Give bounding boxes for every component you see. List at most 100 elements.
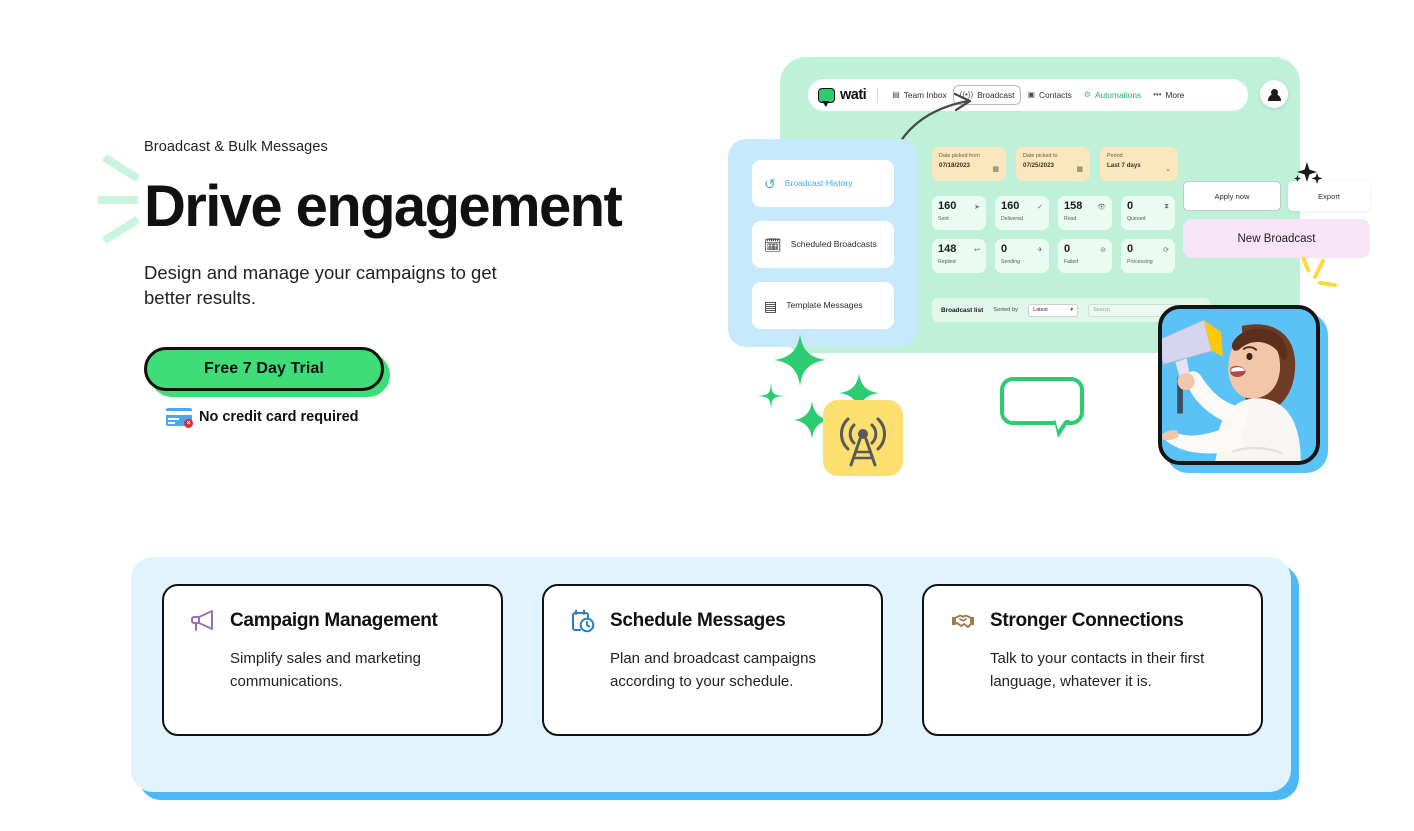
no-credit-card-note: × No credit card required xyxy=(144,407,704,428)
filter-value: 07/18/2023 xyxy=(939,162,970,170)
stat-label: Sent xyxy=(938,216,949,222)
calendar-icon: ▦ xyxy=(992,166,999,173)
brand-name: wati xyxy=(840,87,867,103)
broadcast-list-title: Broadcast list xyxy=(941,306,984,314)
stat-value: 0 xyxy=(1127,200,1134,212)
free-trial-button[interactable]: Free 7 Day Trial xyxy=(144,346,384,391)
stat-sending: 0 Sending ✈ xyxy=(995,239,1049,273)
sidebar-item-label: Scheduled Broadcasts xyxy=(790,239,877,249)
stat-sent: 160 Sent ➤ xyxy=(932,196,986,230)
read-icon: 👁 xyxy=(1097,204,1106,211)
feature-title: Schedule Messages xyxy=(610,610,786,631)
new-broadcast-button[interactable]: New Broadcast xyxy=(1183,219,1370,258)
megaphone-icon xyxy=(190,608,216,634)
message-template-icon: ▤ xyxy=(764,297,778,314)
cta-wrapper: Free 7 Day Trial xyxy=(144,346,390,397)
filter-value: Last 7 days xyxy=(1107,162,1141,170)
sorted-by-label: Sorted by xyxy=(993,307,1019,313)
broadcast-icon: ((•)) xyxy=(959,90,974,99)
date-filter-bar: Date picked from 07/18/2023 ▦ Date picke… xyxy=(932,147,1178,181)
queue-icon: ⧗ xyxy=(1164,203,1169,210)
stats-row: 148 Replied ↩ 0 Sending ✈ 0 Failed ⊘ 0 P… xyxy=(932,239,1175,273)
sidebar-item-scheduled-broadcasts[interactable]: 🗓 Scheduled Broadcasts xyxy=(752,221,894,268)
send-icon: ➤ xyxy=(974,204,980,211)
sidebar-item-template-messages[interactable]: ▤ Template Messages xyxy=(752,282,894,329)
chevron-down-icon: ⌄ xyxy=(1165,166,1171,173)
filter-label: Date picked to xyxy=(1023,153,1058,159)
automations-icon: ⚙ xyxy=(1083,90,1091,99)
chevron-down-icon: ▾ xyxy=(1070,307,1074,313)
hero-eyebrow: Broadcast & Bulk Messages xyxy=(144,139,328,155)
sort-select[interactable]: Latest ▾ xyxy=(1028,303,1079,317)
contacts-icon: ▣ xyxy=(1027,90,1036,99)
sending-icon: ✈ xyxy=(1037,247,1043,254)
nav-item-broadcast[interactable]: ((•)) Broadcast xyxy=(952,85,1022,105)
feature-card-stronger-connections: Stronger Connections Talk to your contac… xyxy=(922,584,1263,736)
date-to-picker[interactable]: Date picked to 07/25/2023 ▦ xyxy=(1016,147,1090,181)
feature-card-header: Schedule Messages xyxy=(570,608,855,634)
feature-description: Simplify sales and marketing communicati… xyxy=(230,650,421,690)
user-avatar[interactable] xyxy=(1260,80,1288,108)
credit-card-icon: × xyxy=(166,407,193,428)
calendar-clock-icon xyxy=(570,608,596,634)
more-icon: ••• xyxy=(1153,90,1162,99)
failed-icon: ⊘ xyxy=(1100,247,1106,254)
sidebar-item-label: Broadcast History xyxy=(784,178,853,188)
stats-grid: 160 Sent ➤ 160 Delivered ✓ 158 Read 👁 0 … xyxy=(932,196,1175,273)
no-credit-card-label: No credit card required xyxy=(199,408,359,425)
speech-bubble-outline-icon xyxy=(1000,377,1084,438)
sparkle-green-tiny xyxy=(757,382,785,410)
motion-lines-decoration xyxy=(1300,255,1340,290)
stat-delivered: 160 Delivered ✓ xyxy=(995,196,1049,230)
feature-cards: Campaign Management Simplify sales and m… xyxy=(162,584,1263,736)
search-placeholder: Search xyxy=(1093,307,1111,313)
stat-label: Read xyxy=(1064,216,1077,222)
nav-label: More xyxy=(1165,90,1185,100)
history-icon: ↺ xyxy=(764,175,776,192)
stat-label: Processing xyxy=(1127,259,1153,265)
filter-value: 07/25/2023 xyxy=(1023,162,1054,170)
stat-label: Queued xyxy=(1127,216,1146,222)
nav-label: Automations xyxy=(1094,90,1142,100)
page-title: Drive engagement xyxy=(144,173,623,239)
feature-card-header: Stronger Connections xyxy=(950,608,1235,634)
processing-icon: ⟳ xyxy=(1163,247,1169,254)
broadcast-tower-tile xyxy=(823,400,903,476)
nav-divider xyxy=(877,87,879,103)
feature-title: Stronger Connections xyxy=(990,610,1184,631)
nav-item-more[interactable]: ••• More xyxy=(1147,86,1190,104)
date-from-picker[interactable]: Date picked from 07/18/2023 ▦ xyxy=(932,147,1006,181)
filter-label: Date picked from xyxy=(939,153,980,159)
apply-now-button[interactable]: Apply now xyxy=(1183,181,1281,211)
period-select[interactable]: Period Last 7 days ⌄ xyxy=(1100,147,1178,181)
calendar-clock-icon: 🗓 xyxy=(764,236,782,253)
stat-label: Sending xyxy=(1001,259,1021,265)
reply-icon: ↩ xyxy=(974,247,980,254)
nav-label: Broadcast xyxy=(977,90,1015,100)
stat-queued: 0 Queued ⧗ xyxy=(1121,196,1175,230)
feature-title: Campaign Management xyxy=(230,610,438,631)
hero-section: Broadcast & Bulk Messages Drive engageme… xyxy=(144,138,704,428)
speed-lines-decoration xyxy=(98,154,146,244)
feature-card-schedule-messages: Schedule Messages Plan and broadcast cam… xyxy=(542,584,883,736)
nav-item-automations[interactable]: ⚙ Automations xyxy=(1078,86,1147,104)
nav-item-team-inbox[interactable]: ▤ Team Inbox xyxy=(886,86,952,104)
sparkle-green-large xyxy=(772,332,828,388)
nav-item-contacts[interactable]: ▣ Contacts xyxy=(1021,86,1077,104)
mockup-sidebar: ↺ Broadcast History 🗓 Scheduled Broadcas… xyxy=(728,139,918,347)
stats-row: 160 Sent ➤ 160 Delivered ✓ 158 Read 👁 0 … xyxy=(932,196,1175,230)
speech-bubble-icon xyxy=(818,87,835,107)
stat-label: Replied xyxy=(938,259,956,265)
filter-label: Period xyxy=(1107,153,1123,159)
sidebar-item-broadcast-history[interactable]: ↺ Broadcast History xyxy=(752,160,894,207)
calendar-icon: ▦ xyxy=(1076,166,1083,173)
stat-label: Failed xyxy=(1064,259,1079,265)
handshake-icon xyxy=(950,608,976,634)
app-navbar: wati ▤ Team Inbox ((•)) Broadcast ▣ Cont… xyxy=(808,79,1248,111)
hero-subhead: Design and manage your campaigns to get … xyxy=(144,261,497,309)
sort-value: Latest xyxy=(1033,307,1048,313)
wati-logo: wati xyxy=(818,87,875,107)
inbox-icon: ▤ xyxy=(892,90,900,99)
feature-description: Talk to your contacts in their first lan… xyxy=(990,650,1205,690)
hero-photo xyxy=(1158,305,1320,465)
